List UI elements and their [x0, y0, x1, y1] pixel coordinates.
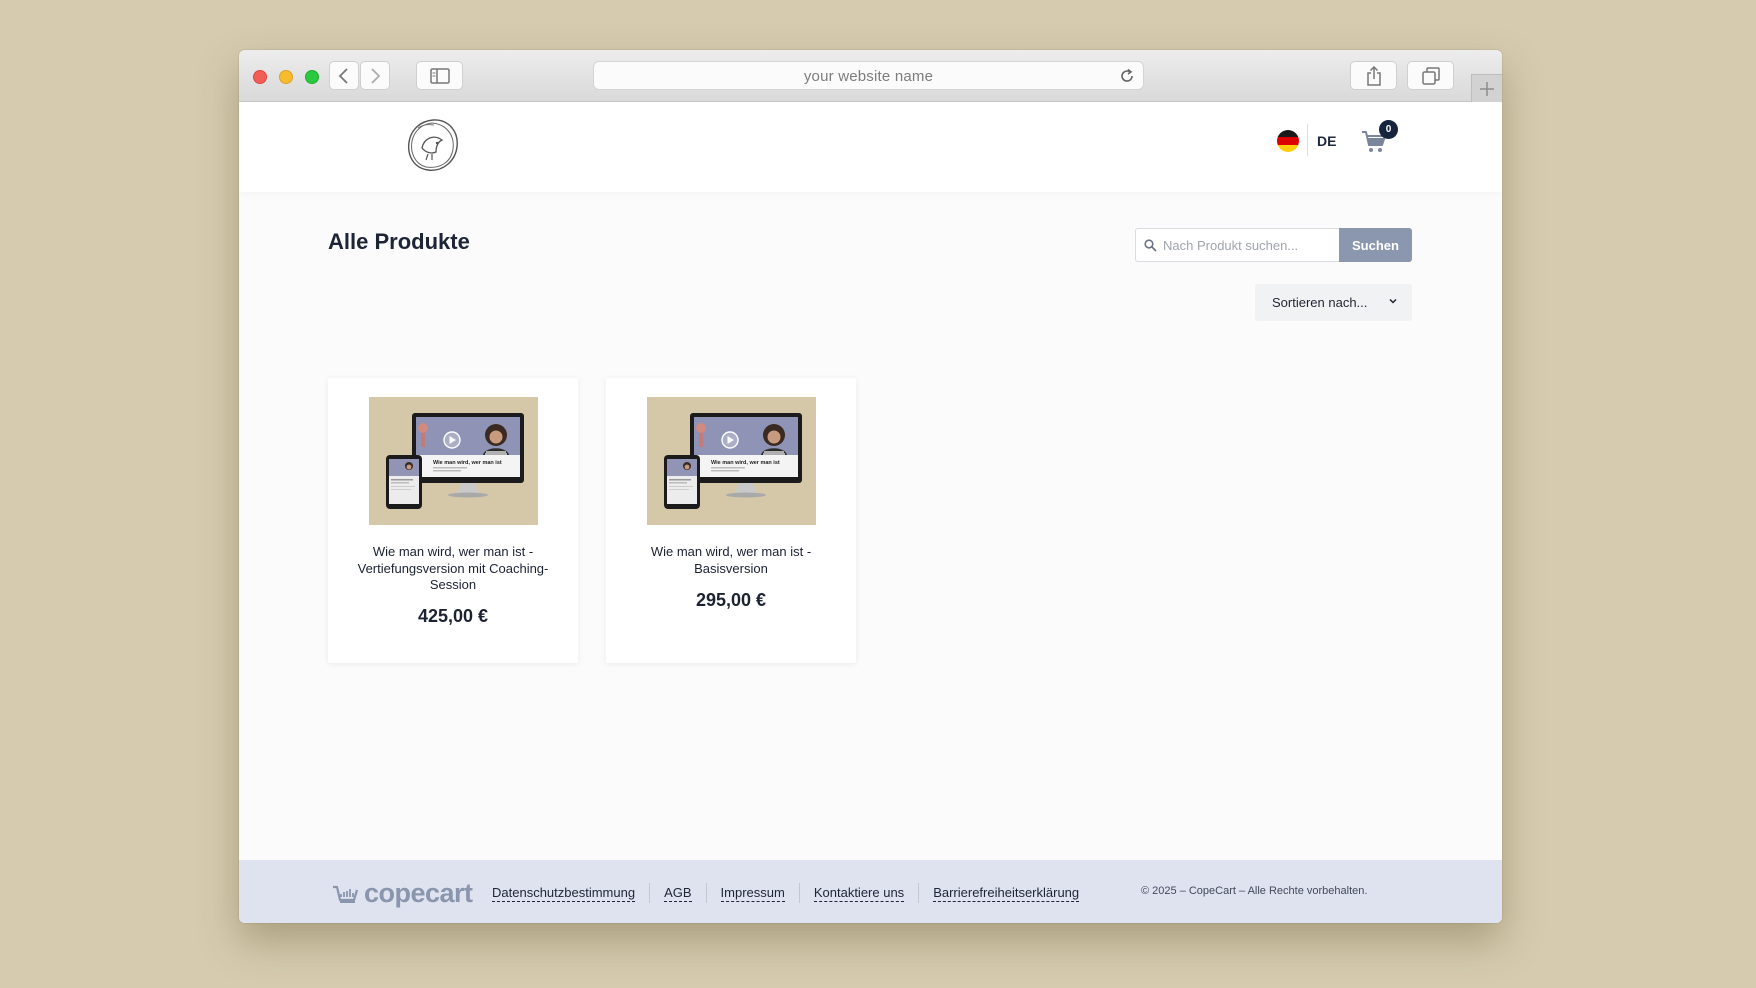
product-thumbnail[interactable]: Wie man wird, wer man ist [369, 397, 538, 525]
footer-divider [705, 883, 707, 903]
product-title[interactable]: Wie man wird, wer man ist - Basisversion [622, 544, 840, 577]
new-tab-button[interactable] [1471, 74, 1502, 102]
product-title[interactable]: Wie man wird, wer man ist - Vertiefungsv… [344, 544, 562, 594]
footer-link-barrierefreiheit[interactable]: Barrierefreiheitserklärung [933, 885, 1080, 902]
share-button[interactable] [1350, 61, 1397, 90]
product-thumbnail[interactable]: Wie man wird, wer man ist [647, 397, 816, 525]
language-divider [1307, 124, 1308, 156]
language-selector[interactable]: DE [1317, 133, 1336, 149]
footer-divider [918, 883, 920, 903]
tabs-overview-button[interactable] [1407, 61, 1454, 90]
plus-icon [1480, 81, 1494, 96]
footer-brand[interactable]: copecart [332, 878, 473, 909]
sort-label: Sortieren nach... [1272, 295, 1368, 310]
forward-icon [371, 67, 381, 84]
address-bar[interactable]: your website name [593, 61, 1144, 90]
browser-toolbar: your website name [239, 50, 1502, 102]
footer-divider [649, 883, 651, 903]
sort-dropdown[interactable]: Sortieren nach... [1255, 284, 1412, 321]
address-text: your website name [803, 68, 934, 85]
copyright-text: © 2025 – CopeCart – Alle Rechte vorbehal… [1141, 885, 1368, 897]
site-header: DE 0 [239, 102, 1502, 192]
tabs-icon [1421, 66, 1440, 85]
reload-icon[interactable] [1119, 68, 1135, 84]
product-price: 295,00 € [695, 590, 767, 610]
minimize-window-button[interactable] [279, 70, 293, 84]
thumbnail-caption: Wie man wird, wer man ist [433, 460, 502, 466]
maximize-window-button[interactable] [305, 70, 319, 84]
sidebar-icon [429, 67, 450, 84]
logo-icon[interactable] [404, 116, 462, 176]
site-footer: copecart Datenschutzbestimmung AGB Impre… [239, 860, 1502, 923]
search-button[interactable]: Suchen [1339, 228, 1412, 262]
footer-links: Datenschutzbestimmung AGB Impressum Kont… [492, 883, 1080, 903]
page-title: Alle Produkte [328, 229, 470, 254]
sidebar-toggle-button[interactable] [416, 61, 463, 90]
footer-divider [798, 883, 800, 903]
browser-window: your website name DE 0 Alle Produkte Nac… [239, 50, 1502, 923]
footer-link-impressum[interactable]: Impressum [720, 885, 785, 902]
footer-link-datenschutz[interactable]: Datenschutzbestimmung [492, 885, 636, 902]
close-window-button[interactable] [253, 70, 267, 84]
product-card[interactable]: Wie man wird, wer man ist Wie man wird, … [328, 378, 578, 663]
back-icon [338, 67, 348, 84]
web-page: DE 0 Alle Produkte Suchen Sortieren nach… [239, 102, 1502, 923]
product-image: Wie man wird, wer man ist [647, 397, 816, 525]
product-search-field[interactable] [1135, 228, 1339, 262]
chevron-down-icon [1389, 298, 1397, 304]
footer-link-agb[interactable]: AGB [664, 885, 692, 902]
footer-link-kontakt[interactable]: Kontaktiere uns [813, 885, 905, 902]
back-button[interactable] [329, 61, 359, 90]
copecart-logo-icon [333, 885, 358, 903]
product-card[interactable]: Wie man wird, wer man ist Wie man wird, … [606, 378, 856, 663]
footer-brand-name: copecart [364, 878, 473, 908]
search-input[interactable] [1163, 237, 1333, 253]
forward-button[interactable] [360, 61, 390, 90]
product-image: Wie man wird, wer man ist [369, 397, 538, 525]
cart-count-badge: 0 [1379, 120, 1398, 139]
thumbnail-caption: Wie man wird, wer man ist [711, 460, 780, 466]
share-icon [1366, 65, 1381, 86]
flag-de-icon[interactable] [1277, 130, 1299, 152]
search-icon [1144, 238, 1157, 252]
product-price: 425,00 € [417, 606, 489, 626]
